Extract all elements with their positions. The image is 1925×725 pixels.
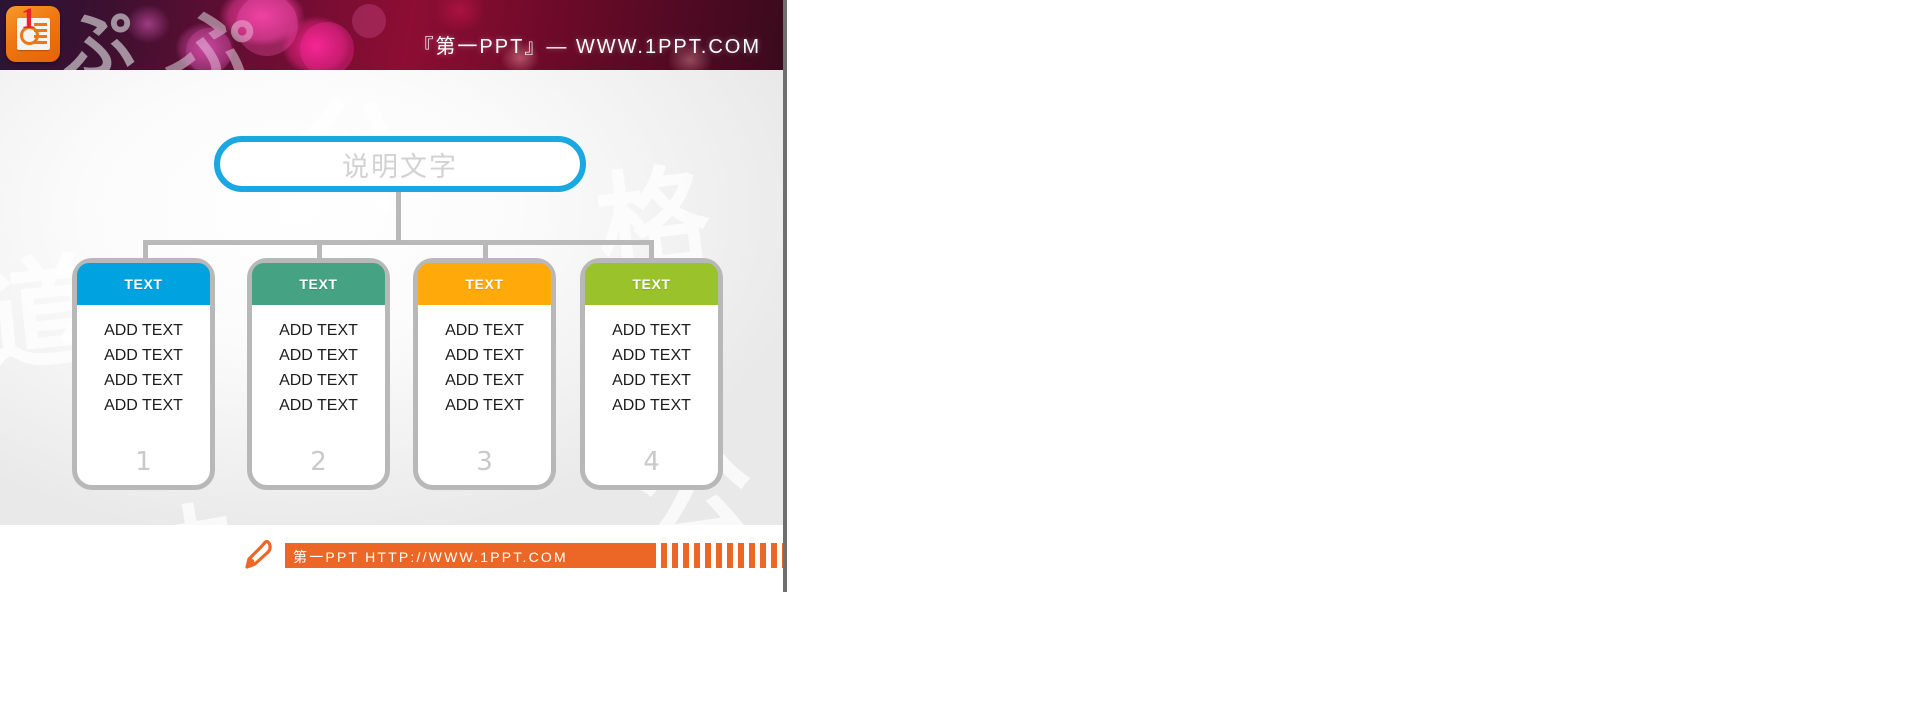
footer-stripes bbox=[650, 543, 785, 568]
card-4-header-label: TEXT bbox=[632, 276, 671, 292]
card-1-line-4: ADD TEXT bbox=[104, 397, 183, 414]
card-1-lines: ADD TEXT ADD TEXT ADD TEXT ADD TEXT bbox=[77, 319, 210, 418]
card-4-line-1: ADD TEXT bbox=[612, 322, 691, 339]
connector-horizontal-bus bbox=[145, 240, 653, 245]
top-banner: ぷ ぷ 『第一PPT』— WWW.1PPT.COM bbox=[0, 0, 785, 70]
card-2[interactable]: TEXT ADD TEXT ADD TEXT ADD TEXT ADD TEXT… bbox=[247, 258, 390, 490]
card-4-line-4: ADD TEXT bbox=[612, 397, 691, 414]
card-1[interactable]: TEXT ADD TEXT ADD TEXT ADD TEXT ADD TEXT… bbox=[72, 258, 215, 490]
slide-area: ぷ ぷ 『第一PPT』— WWW.1PPT.COM 1 道 格 办 公 bbox=[0, 0, 785, 725]
card-1-header: TEXT bbox=[77, 263, 210, 305]
footer-blank bbox=[0, 585, 785, 725]
card-1-line-1: ADD TEXT bbox=[104, 322, 183, 339]
card-3-line-1: ADD TEXT bbox=[445, 322, 524, 339]
card-3-line-2: ADD TEXT bbox=[445, 347, 524, 364]
card-3[interactable]: TEXT ADD TEXT ADD TEXT ADD TEXT ADD TEXT… bbox=[413, 258, 556, 490]
card-2-lines: ADD TEXT ADD TEXT ADD TEXT ADD TEXT bbox=[252, 319, 385, 418]
card-4-header: TEXT bbox=[585, 263, 718, 305]
card-4-line-2: ADD TEXT bbox=[612, 347, 691, 364]
card-3-number: 3 bbox=[476, 447, 493, 477]
card-1-header-label: TEXT bbox=[124, 276, 163, 292]
card-4-lines: ADD TEXT ADD TEXT ADD TEXT ADD TEXT bbox=[585, 319, 718, 418]
card-1-number: 1 bbox=[135, 447, 152, 477]
card-4-number: 4 bbox=[643, 447, 660, 477]
card-2-line-1: ADD TEXT bbox=[279, 322, 358, 339]
card-2-header: TEXT bbox=[252, 263, 385, 305]
banner-bokeh-4 bbox=[352, 4, 386, 38]
card-3-line-4: ADD TEXT bbox=[445, 397, 524, 414]
diagram-canvas: 道 格 办 公 格 办 公 说明文字 TEXT bbox=[0, 70, 785, 525]
card-3-header: TEXT bbox=[418, 263, 551, 305]
card-1-line-2: ADD TEXT bbox=[104, 347, 183, 364]
card-2-line-3: ADD TEXT bbox=[279, 372, 358, 389]
card-4[interactable]: TEXT ADD TEXT ADD TEXT ADD TEXT ADD TEXT… bbox=[580, 258, 723, 490]
card-1-line-3: ADD TEXT bbox=[104, 372, 183, 389]
card-4-line-3: ADD TEXT bbox=[612, 372, 691, 389]
card-2-line-4: ADD TEXT bbox=[279, 397, 358, 414]
logo-number: 1 bbox=[21, 2, 36, 35]
card-3-line-3: ADD TEXT bbox=[445, 372, 524, 389]
right-blank-pane bbox=[787, 0, 1925, 725]
pen-icon bbox=[245, 539, 272, 569]
site-logo[interactable]: 1 bbox=[6, 2, 60, 62]
banner-bokeh-3 bbox=[186, 28, 232, 70]
card-2-header-label: TEXT bbox=[299, 276, 338, 292]
title-box-label: 说明文字 bbox=[342, 151, 458, 183]
banner-title: 『第一PPT』— WWW.1PPT.COM bbox=[413, 36, 761, 58]
footer-url-text: 第一PPT HTTP://WWW.1PPT.COM bbox=[293, 549, 568, 565]
title-box[interactable]: 说明文字 bbox=[214, 136, 586, 192]
card-2-line-2: ADD TEXT bbox=[279, 347, 358, 364]
card-3-header-label: TEXT bbox=[465, 276, 504, 292]
card-2-number: 2 bbox=[310, 447, 327, 477]
banner-decor-glyph-1: ぷ bbox=[55, 0, 141, 70]
footer-bar: 第一PPT HTTP://WWW.1PPT.COM bbox=[285, 543, 785, 568]
banner-bokeh-1 bbox=[236, 0, 298, 56]
card-3-lines: ADD TEXT ADD TEXT ADD TEXT ADD TEXT bbox=[418, 319, 551, 418]
banner-bokeh-2 bbox=[300, 22, 354, 70]
screen: ぷ ぷ 『第一PPT』— WWW.1PPT.COM 1 道 格 办 公 bbox=[0, 0, 1925, 725]
connector-trunk-vertical bbox=[396, 192, 401, 244]
